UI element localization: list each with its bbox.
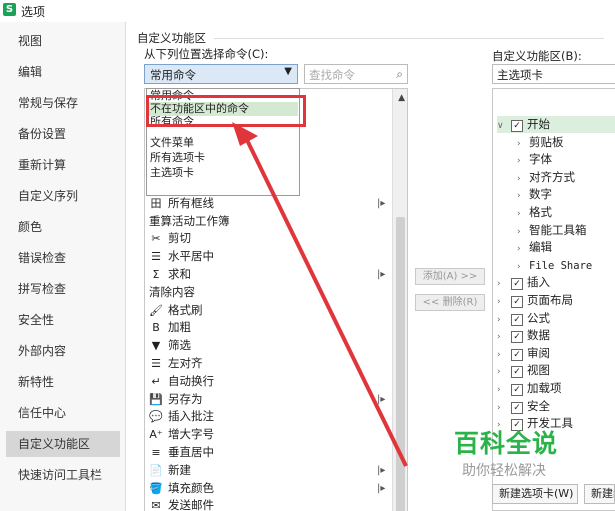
watermark-title: 百科全说 <box>454 429 559 458</box>
arrow-head <box>232 122 258 146</box>
watermark-subtitle: 助你轻松解决 <box>462 463 546 479</box>
watermark: 百科全说 助你轻松解决 <box>450 424 580 488</box>
arrow-shaft <box>245 139 408 467</box>
